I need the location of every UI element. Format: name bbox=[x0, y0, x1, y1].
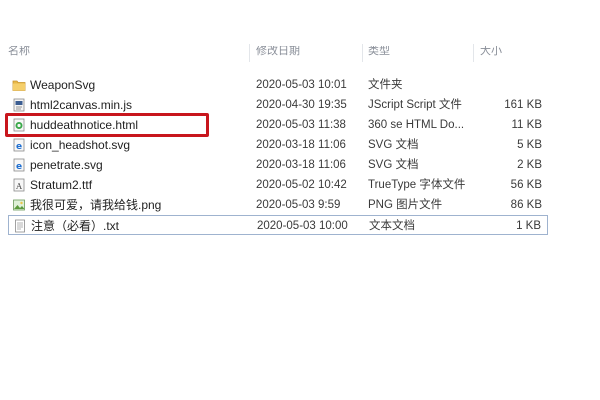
file-row[interactable]: WeaponSvg 2020-05-03 10:01 文件夹 bbox=[8, 75, 548, 95]
column-header-type[interactable]: 类型 bbox=[368, 46, 390, 58]
file-name: 注意（必看）.txt bbox=[31, 219, 120, 233]
svg-text:e: e bbox=[16, 162, 22, 172]
file-type: JScript Script 文件 bbox=[368, 99, 462, 111]
file-size: 11 KB bbox=[511, 119, 542, 131]
column-header-date[interactable]: 修改日期 bbox=[256, 46, 300, 58]
text-file-icon bbox=[13, 219, 27, 233]
file-type: SVG 文档 bbox=[368, 139, 419, 151]
file-name: icon_headshot.svg bbox=[30, 138, 131, 152]
annotation-highlight-box bbox=[5, 113, 209, 137]
file-size: 86 KB bbox=[510, 199, 542, 211]
file-row[interactable]: 注意（必看）.txt 2020-05-03 10:00 文本文档 1 KB bbox=[8, 215, 548, 235]
file-type: 文本文档 bbox=[369, 220, 415, 232]
file-row[interactable]: 我很可爱，请我给钱.png 2020-05-03 9:59 PNG 图片文件 86 K… bbox=[8, 195, 548, 215]
column-header-bar: 名称 修改日期 类型 大小 bbox=[0, 46, 600, 68]
column-divider[interactable] bbox=[249, 44, 250, 62]
file-row[interactable]: e penetrate.svg 2020-03-18 11:06 SVG 文档 2 KB bbox=[8, 155, 548, 175]
font-file-icon: A bbox=[12, 178, 26, 192]
file-modified-date: 2020-05-03 11:38 bbox=[256, 119, 346, 131]
file-size: 161 KB bbox=[504, 99, 542, 111]
file-row[interactable]: html2canvas.min.js 2020-04-30 19:35 JScrip… bbox=[8, 95, 548, 115]
file-type: PNG 图片文件 bbox=[368, 199, 443, 211]
file-name: WeaponSvg bbox=[30, 78, 96, 92]
svg-file-icon: e bbox=[12, 158, 26, 172]
file-name: 我很可爱，请我给钱.png bbox=[30, 198, 162, 212]
svg-text:A: A bbox=[15, 182, 22, 191]
file-modified-date: 2020-03-18 11:06 bbox=[256, 139, 346, 151]
file-modified-date: 2020-05-03 10:00 bbox=[257, 220, 348, 232]
svg-text:e: e bbox=[16, 142, 22, 152]
file-modified-date: 2020-05-03 10:01 bbox=[256, 79, 347, 91]
column-header-name[interactable]: 名称 bbox=[8, 46, 30, 58]
svg-file-icon: e bbox=[12, 138, 26, 152]
file-name: Stratum2.ttf bbox=[30, 178, 93, 192]
file-name: html2canvas.min.js bbox=[30, 98, 133, 112]
file-modified-date: 2020-05-03 9:59 bbox=[256, 199, 341, 211]
column-divider[interactable] bbox=[362, 44, 363, 62]
file-size: 56 KB bbox=[510, 179, 542, 191]
file-modified-date: 2020-05-02 10:42 bbox=[256, 179, 347, 191]
file-type: 360 se HTML Do... bbox=[368, 119, 465, 131]
file-size: 5 KB bbox=[517, 139, 542, 151]
file-size: 2 KB bbox=[517, 159, 542, 171]
column-divider[interactable] bbox=[473, 44, 474, 62]
folder-icon bbox=[12, 78, 26, 92]
file-modified-date: 2020-04-30 19:35 bbox=[256, 99, 347, 111]
file-row[interactable]: e icon_headshot.svg 2020-03-18 11:06 SVG 文档… bbox=[8, 135, 548, 155]
script-file-icon bbox=[12, 98, 26, 112]
file-row[interactable]: A Stratum2.ttf 2020-05-02 10:42 TrueType 字体… bbox=[8, 175, 548, 195]
file-modified-date: 2020-03-18 11:06 bbox=[256, 159, 346, 171]
file-type: 文件夹 bbox=[368, 79, 403, 91]
image-file-icon bbox=[12, 198, 26, 212]
file-type: SVG 文档 bbox=[368, 159, 419, 171]
file-size: 1 KB bbox=[516, 220, 541, 232]
file-name: penetrate.svg bbox=[30, 158, 103, 172]
file-type: TrueType 字体文件 bbox=[368, 179, 466, 191]
column-header-size[interactable]: 大小 bbox=[480, 46, 502, 58]
